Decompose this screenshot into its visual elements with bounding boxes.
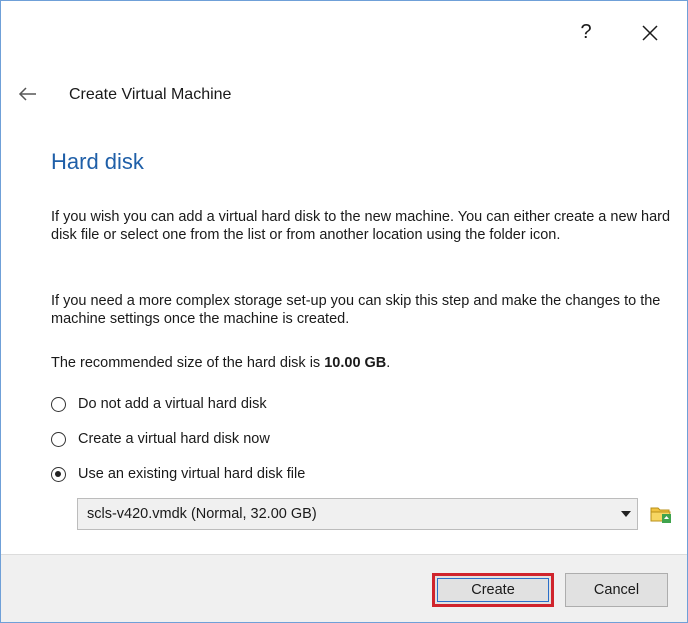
disk-file-value: scls-v420.vmdk (Normal, 32.00 GB) xyxy=(87,506,317,522)
radio-button[interactable] xyxy=(51,396,66,412)
close-icon xyxy=(642,25,658,41)
option-label: Do not add a virtual hard disk xyxy=(78,396,267,412)
create-button[interactable]: Create xyxy=(432,573,554,607)
option-label: Use an existing virtual hard disk file xyxy=(78,466,306,482)
option-create-disk[interactable]: Create a virtual hard disk now xyxy=(51,426,451,452)
choose-disk-file-button[interactable] xyxy=(649,502,673,526)
disk-file-select[interactable]: scls-v420.vmdk (Normal, 32.00 GB) xyxy=(77,498,638,530)
recommended-size-value: 10.00 GB xyxy=(324,355,387,371)
create-button-label: Create xyxy=(437,578,549,602)
help-button[interactable]: ? xyxy=(571,17,601,47)
recommended-size-suffix: . xyxy=(386,355,391,371)
wizard-header: Create Virtual Machine xyxy=(1,79,687,115)
folder-icon xyxy=(650,507,671,523)
recommended-size-prefix: The recommended size of the hard disk is xyxy=(51,355,325,371)
page-title: Hard disk xyxy=(51,149,144,174)
option-label: Create a virtual hard disk now xyxy=(78,431,270,447)
storage-paragraph: If you need a more complex storage set-u… xyxy=(51,293,661,327)
dropdown-arrow-icon[interactable] xyxy=(615,511,637,517)
radio-button-checked[interactable] xyxy=(51,466,66,482)
intro-paragraph: If you wish you can add a virtual hard d… xyxy=(51,209,671,243)
cancel-button[interactable]: Cancel xyxy=(565,573,668,607)
back-arrow-icon xyxy=(18,87,36,101)
title-bar: ? xyxy=(1,1,687,61)
recommended-size-text: The recommended size of the hard disk is… xyxy=(51,354,676,372)
button-bar: Create Cancel xyxy=(1,554,687,622)
option-existing-disk[interactable]: Use an existing virtual hard disk file xyxy=(51,461,451,487)
option-no-disk[interactable]: Do not add a virtual hard disk xyxy=(51,391,451,417)
close-button[interactable] xyxy=(634,17,666,49)
wizard-title: Create Virtual Machine xyxy=(69,86,232,103)
back-button[interactable] xyxy=(17,83,39,105)
dialog-window: ? Create Virtual Machine Hard disk If yo… xyxy=(0,0,688,623)
radio-button[interactable] xyxy=(51,431,66,447)
